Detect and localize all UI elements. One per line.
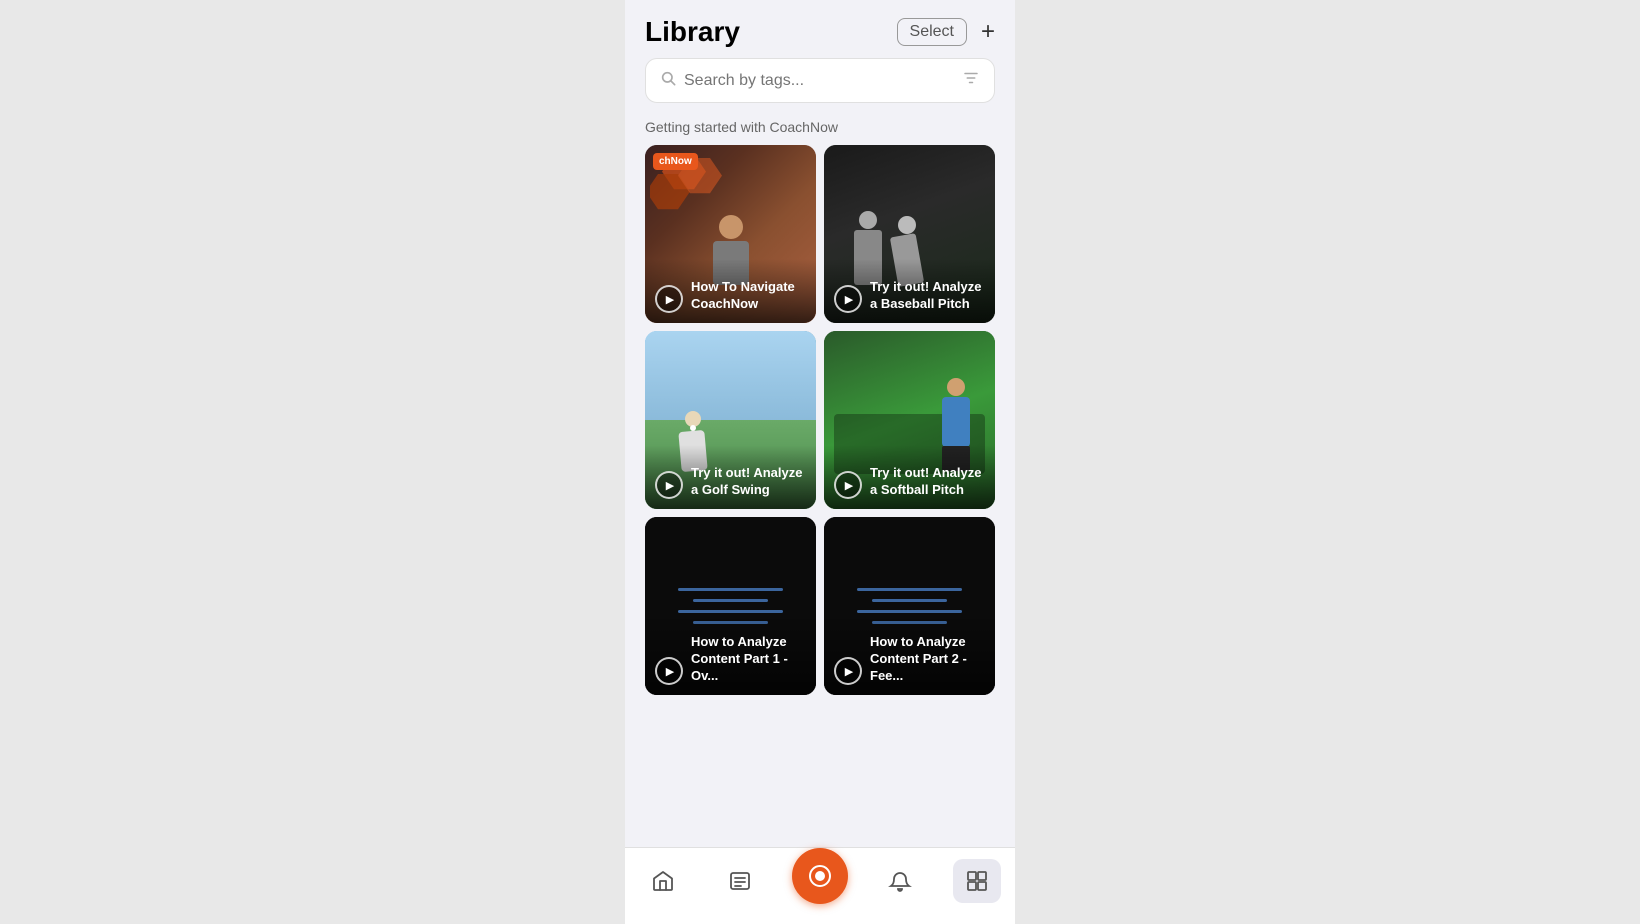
select-button[interactable]: Select [897,18,967,46]
video-title: How to Analyze Content Part 1 - Ov... [691,634,806,685]
coachnow-logo: chNow [653,153,698,170]
play-button[interactable]: ▶ [834,471,862,499]
play-button[interactable]: ▶ [655,657,683,685]
screen-line [857,588,963,591]
filter-icon[interactable] [962,69,980,92]
screen-line [857,610,963,613]
nav-library-button[interactable] [953,859,1001,903]
play-icon: ▶ [845,293,853,306]
video-title: Try it out! Analyze a Baseball Pitch [870,279,985,313]
video-overlay: ▶ How To Navigate CoachNow [645,259,816,323]
video-title: Try it out! Analyze a Golf Swing [691,465,806,499]
video-overlay: ▶ How to Analyze Content Part 2 - Fee... [824,614,995,695]
section-label: Getting started with CoachNow [625,115,1015,145]
nav-home-button[interactable] [639,859,687,903]
play-icon: ▶ [666,293,674,306]
video-card[interactable]: ▶ Try it out! Analyze a Softball Pitch [824,331,995,509]
play-button[interactable]: ▶ [834,657,862,685]
screen-line [872,599,948,602]
library-icon [965,869,989,893]
play-icon: ▶ [845,479,853,492]
nav-list-button[interactable] [716,859,764,903]
video-overlay: ▶ Try it out! Analyze a Softball Pitch [824,445,995,509]
screen-line [693,599,769,602]
search-bar [645,58,995,103]
search-icon [660,70,676,91]
play-icon: ▶ [845,665,853,678]
play-button[interactable]: ▶ [655,471,683,499]
phone-container: Library Select + Getting started with Co… [625,0,1015,924]
video-card[interactable]: ▶ How to Analyze Content Part 1 - Ov... [645,517,816,695]
video-card[interactable]: chNow ▶ How To Navigate CoachNow [645,145,816,323]
coachnow-center-icon [806,862,834,890]
video-grid: chNow ▶ How To Navigate CoachNow [645,145,995,715]
play-button[interactable]: ▶ [834,285,862,313]
video-title: How to Analyze Content Part 2 - Fee... [870,634,985,685]
page-title: Library [645,16,740,48]
video-title: Try it out! Analyze a Softball Pitch [870,465,985,499]
nav-center-button[interactable] [792,848,848,904]
list-icon [728,869,752,893]
header-actions: Select + [897,18,995,46]
play-icon: ▶ [666,665,674,678]
video-overlay: ▶ How to Analyze Content Part 1 - Ov... [645,614,816,695]
video-card[interactable]: ▶ Try it out! Analyze a Baseball Pitch [824,145,995,323]
play-icon: ▶ [666,479,674,492]
video-card[interactable]: ▶ How to Analyze Content Part 2 - Fee... [824,517,995,695]
grid-content: chNow ▶ How To Navigate CoachNow [625,145,1015,847]
video-card[interactable]: ▶ Try it out! Analyze a Golf Swing [645,331,816,509]
video-title: How To Navigate CoachNow [691,279,806,313]
nav-bell-button[interactable] [876,859,924,903]
video-overlay: ▶ Try it out! Analyze a Golf Swing [645,445,816,509]
search-input[interactable] [684,72,954,90]
bottom-nav [625,847,1015,924]
play-button[interactable]: ▶ [655,285,683,313]
add-button[interactable]: + [981,18,995,46]
header: Library Select + [625,0,1015,58]
bell-icon [888,869,912,893]
screen-line [678,588,784,591]
home-icon [651,869,675,893]
video-overlay: ▶ Try it out! Analyze a Baseball Pitch [824,259,995,323]
screen-line [678,610,784,613]
